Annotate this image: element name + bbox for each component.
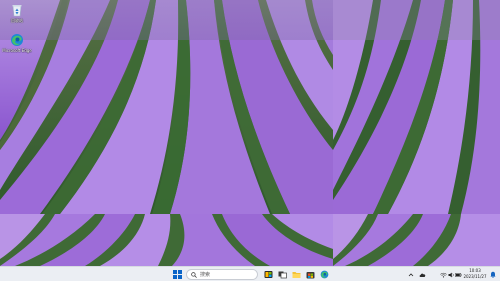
clock-date: 2023/11/27 bbox=[463, 274, 487, 279]
tray-volume[interactable] bbox=[448, 271, 455, 278]
tray-network[interactable] bbox=[440, 271, 447, 278]
notification-center-button[interactable] bbox=[489, 271, 496, 278]
windows-logo-icon bbox=[173, 270, 182, 279]
taskbar-clock[interactable]: 10:03 2023/11/27 bbox=[462, 268, 488, 280]
start-button[interactable] bbox=[172, 269, 183, 280]
folder-icon bbox=[292, 272, 301, 278]
taskbar-app-file-explorer[interactable] bbox=[291, 269, 302, 280]
taskbar-app-widgets[interactable] bbox=[263, 269, 274, 280]
wallpaper-tile-main bbox=[0, 0, 333, 214]
taskbar-app-microsoft-store[interactable] bbox=[305, 269, 316, 280]
wallpaper-tile-right bbox=[333, 0, 500, 214]
taskbar-app-task-view[interactable] bbox=[277, 269, 288, 280]
wifi-icon bbox=[440, 272, 447, 277]
desktop-icon-label: Microsoft Edge bbox=[2, 48, 32, 53]
cloud-icon bbox=[419, 273, 426, 277]
widgets-icon bbox=[264, 271, 273, 278]
desktop-wallpaper bbox=[0, 0, 500, 266]
chevron-up-icon bbox=[408, 272, 413, 276]
taskbar: 搜索 10:03 2023/11/27 bbox=[0, 266, 500, 281]
recycle-bin-icon bbox=[12, 5, 22, 17]
battery-icon bbox=[455, 272, 462, 277]
search-placeholder: 搜索 bbox=[200, 271, 211, 278]
tray-onedrive[interactable] bbox=[419, 271, 426, 278]
store-icon bbox=[306, 272, 315, 279]
bell-icon bbox=[489, 271, 496, 278]
speaker-icon bbox=[448, 272, 454, 277]
taskbar-search-box[interactable]: 搜索 bbox=[186, 269, 258, 280]
taskbar-app-edge[interactable] bbox=[319, 269, 330, 280]
edge-icon bbox=[320, 270, 329, 279]
desktop-icon-microsoft-edge[interactable]: Microsoft Edge bbox=[2, 33, 32, 53]
desktop-icon-label: 回收站 bbox=[11, 18, 23, 23]
tray-battery[interactable] bbox=[455, 271, 462, 278]
edge-icon bbox=[11, 34, 23, 46]
wallpaper-tile-bottom-right bbox=[333, 214, 500, 266]
tray-overflow-chevron[interactable] bbox=[407, 271, 414, 278]
search-icon bbox=[191, 271, 197, 278]
task-view-icon bbox=[278, 271, 287, 279]
wallpaper-tile-bottom bbox=[0, 214, 333, 266]
desktop-icon-recycle-bin[interactable]: 回收站 bbox=[2, 3, 32, 23]
